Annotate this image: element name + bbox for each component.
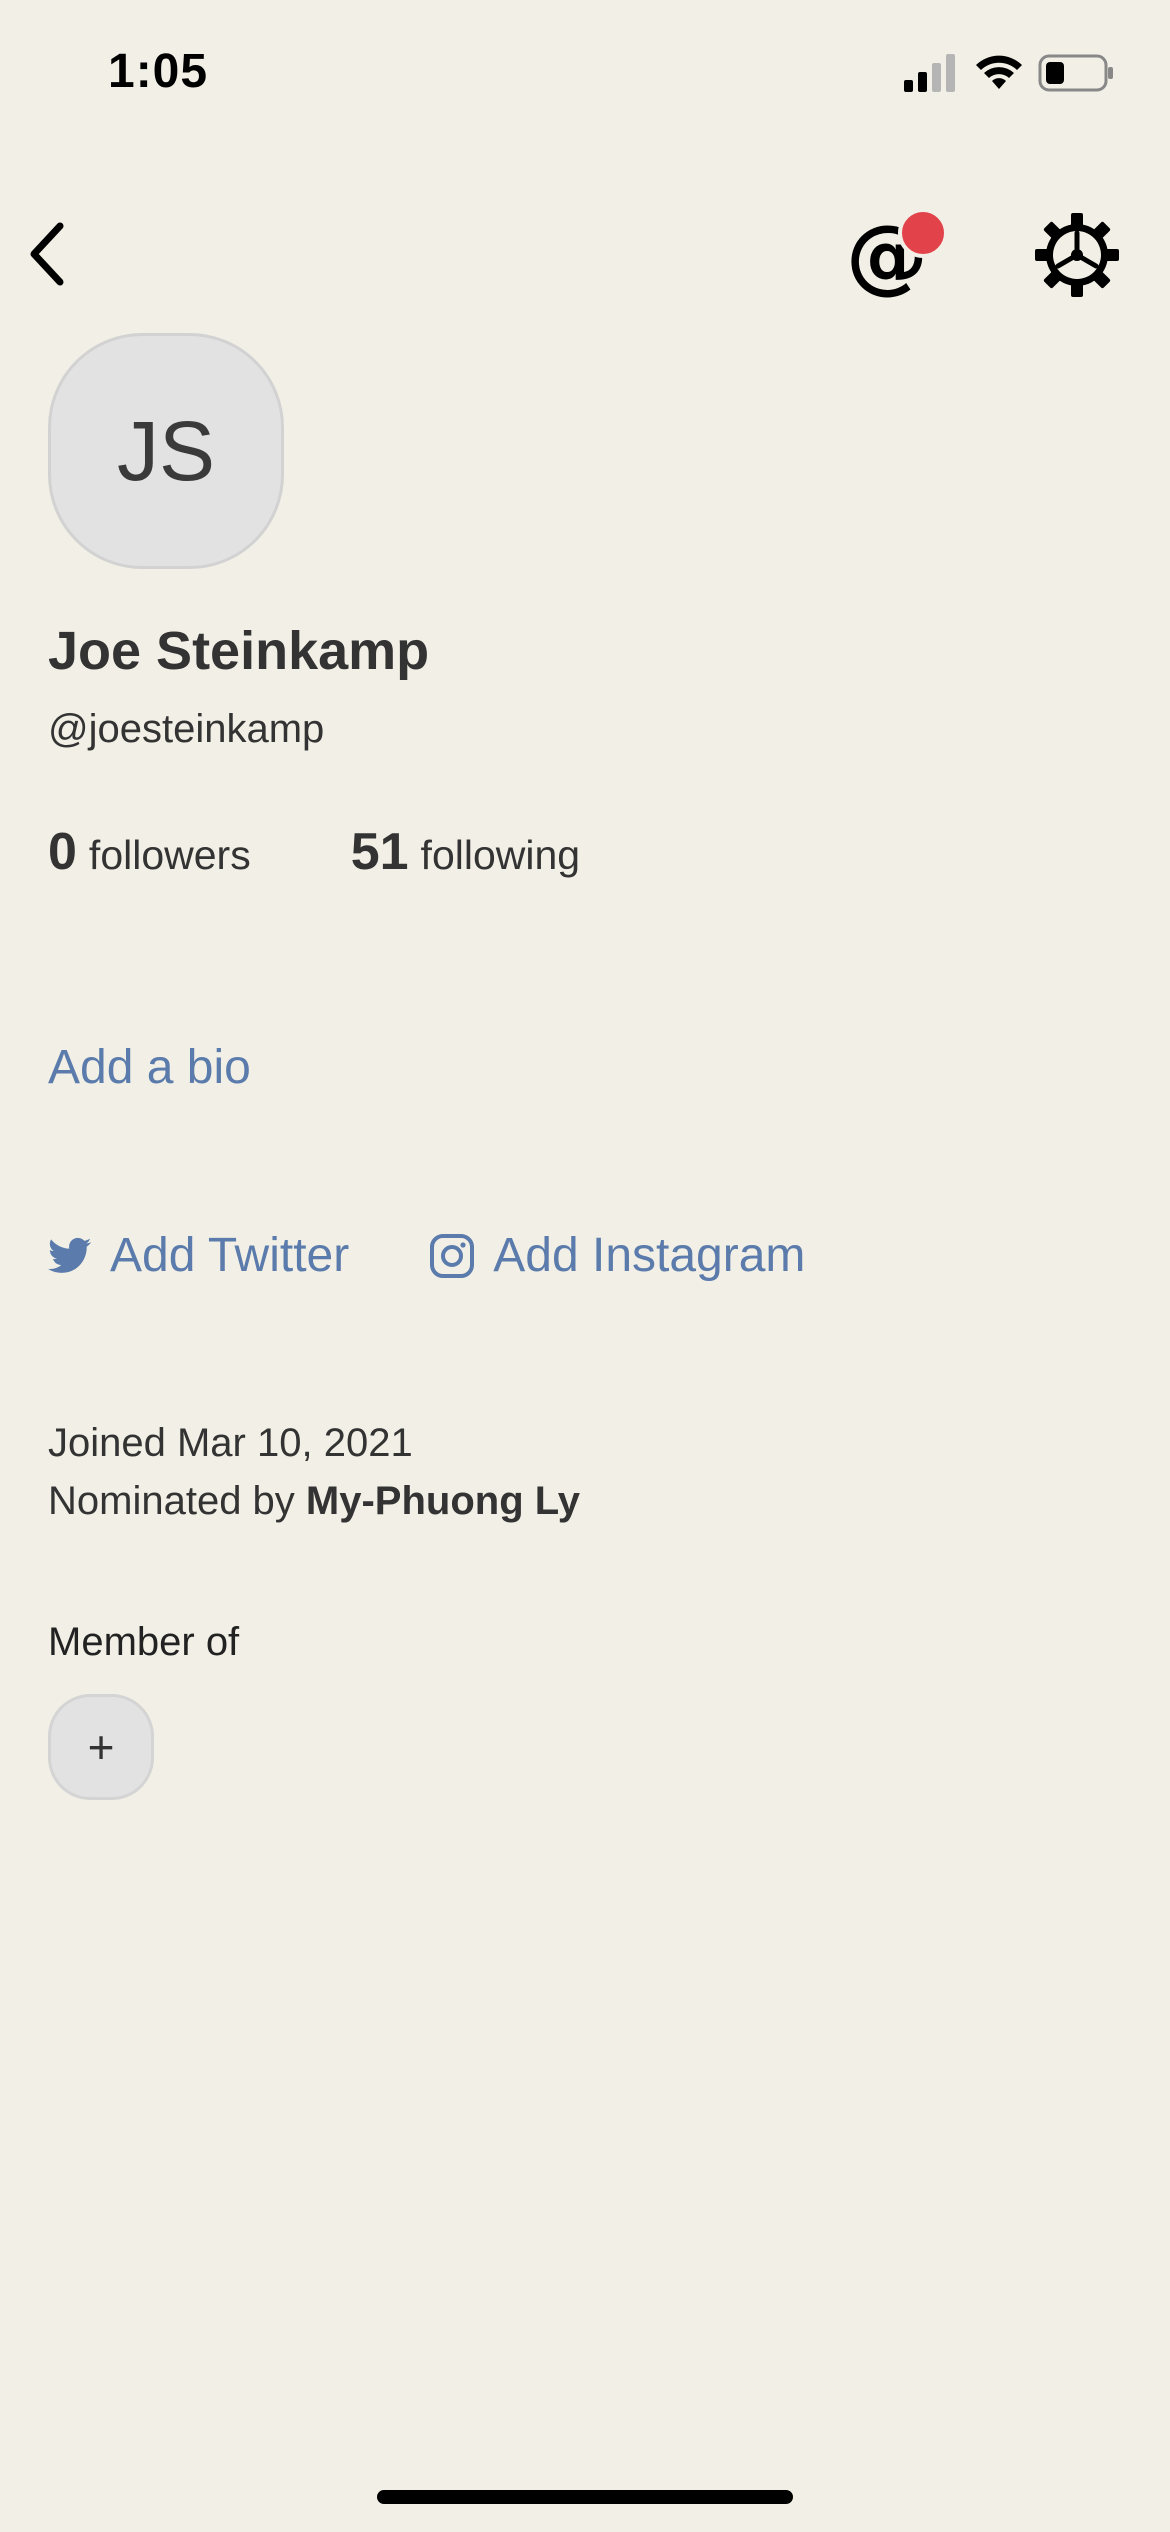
- add-club-button[interactable]: +: [48, 1694, 154, 1800]
- chevron-left-icon: [30, 222, 64, 286]
- status-time: 1:05: [108, 45, 209, 98]
- following-link[interactable]: 51 following: [351, 822, 580, 882]
- followers-count: 0: [48, 823, 77, 881]
- avatar[interactable]: JS: [48, 333, 284, 569]
- nominated-by: Nominated by My-Phuong Ly: [48, 1472, 580, 1530]
- instagram-icon: [430, 1233, 475, 1278]
- social-links: Add Twitter Add Instagram: [48, 1228, 805, 1283]
- gear-icon: [1035, 213, 1119, 297]
- followers-link[interactable]: 0 followers: [48, 822, 251, 882]
- notification-badge: [898, 208, 948, 258]
- following-label: following: [420, 832, 581, 878]
- add-twitter-link[interactable]: Add Twitter: [48, 1228, 349, 1283]
- add-instagram-link[interactable]: Add Instagram: [429, 1228, 805, 1283]
- nominator-name[interactable]: My-Phuong Ly: [306, 1479, 580, 1523]
- followers-label: followers: [88, 832, 251, 878]
- profile-handle: @joesteinkamp: [48, 707, 325, 751]
- member-of-heading: Member of: [48, 1620, 240, 1664]
- add-twitter-label: Add Twitter: [110, 1229, 350, 1282]
- cellular-signal-icon: [904, 54, 955, 92]
- settings-button[interactable]: [1034, 212, 1120, 298]
- back-button[interactable]: [18, 218, 74, 290]
- home-indicator: [377, 2490, 793, 2504]
- follow-stats: 0 followers 51 following: [48, 822, 580, 882]
- wifi-icon: [976, 55, 1022, 89]
- mentions-button[interactable]: @: [846, 208, 956, 304]
- twitter-icon: [48, 1237, 92, 1273]
- profile-name: Joe Steinkamp: [48, 621, 430, 681]
- account-details: Joined Mar 10, 2021 Nominated by My-Phuo…: [48, 1414, 580, 1530]
- joined-date: Joined Mar 10, 2021: [48, 1421, 413, 1465]
- add-instagram-label: Add Instagram: [493, 1229, 806, 1282]
- battery-icon: [1038, 54, 1113, 92]
- following-count: 51: [350, 823, 409, 881]
- nominated-prefix: Nominated by: [48, 1479, 306, 1523]
- add-bio-link[interactable]: Add a bio: [48, 1040, 251, 1095]
- status-bar: 1:05: [0, 0, 1170, 150]
